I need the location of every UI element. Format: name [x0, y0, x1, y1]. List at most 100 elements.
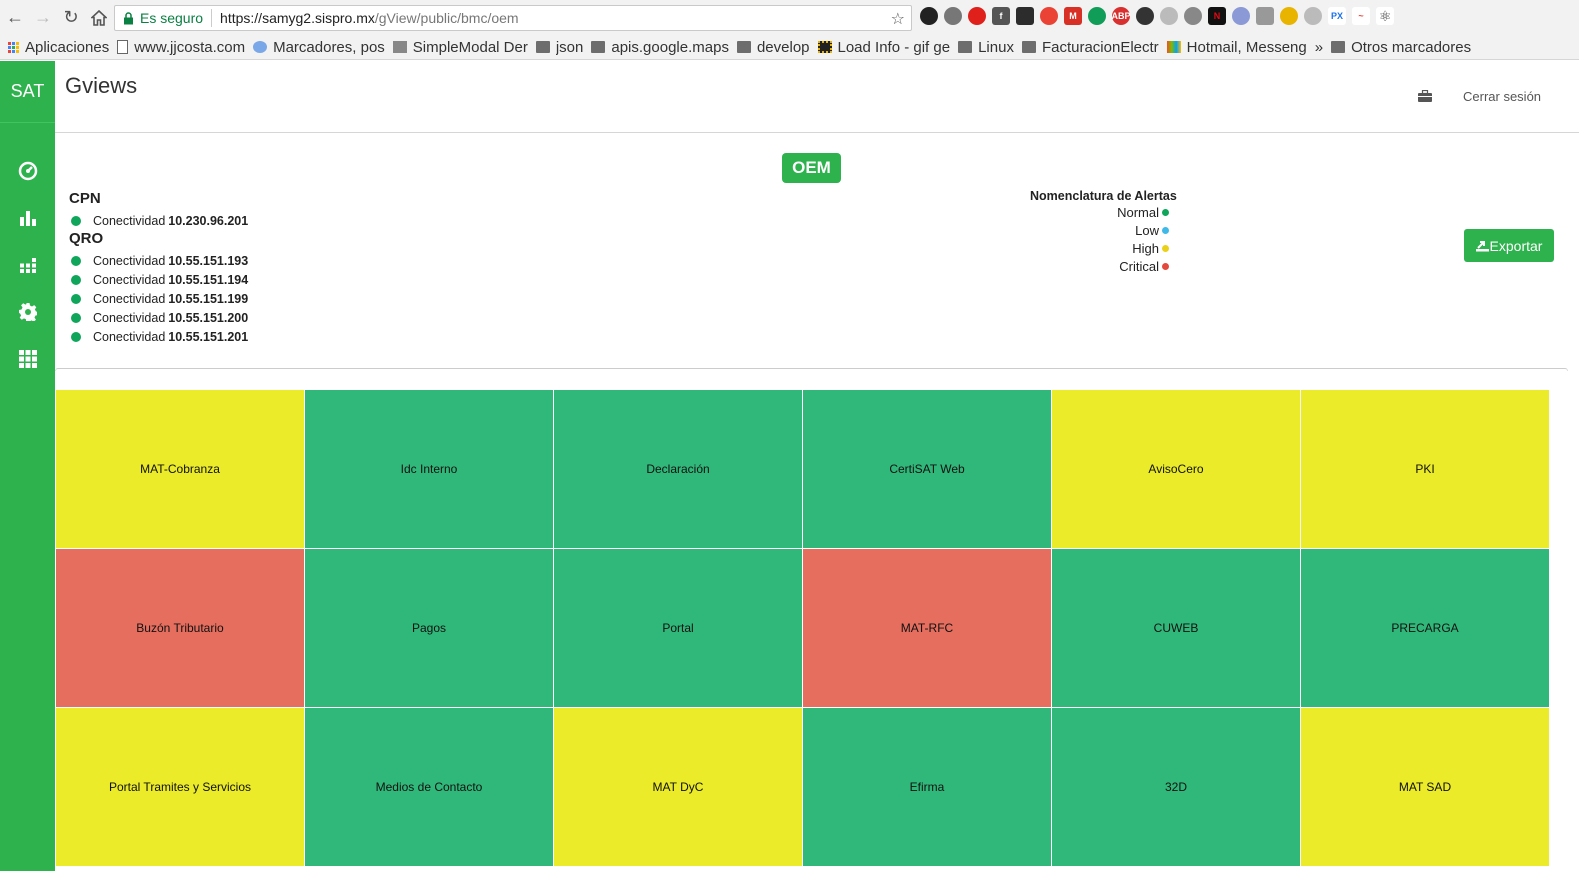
- extensions-bar: f M ABP N PX ~ ⚛: [920, 7, 1394, 25]
- legend-item: Normal: [1030, 203, 1176, 221]
- service-name: CUWEB: [1153, 621, 1199, 635]
- export-button[interactable]: Exportar: [1464, 229, 1554, 262]
- service-tile[interactable]: Idc Interno: [305, 390, 553, 548]
- service-tile[interactable]: MAT DyC: [554, 708, 802, 866]
- service-name: MAT SAD: [1398, 780, 1452, 794]
- netflix-icon[interactable]: N: [1208, 7, 1226, 25]
- service-tile[interactable]: Efirma: [803, 708, 1051, 866]
- adblock-icon[interactable]: ABP: [1112, 7, 1131, 25]
- logout-link[interactable]: Cerrar sesión: [1463, 89, 1541, 104]
- service-tile[interactable]: PRECARGA: [1301, 549, 1549, 707]
- color-picker-icon[interactable]: [1040, 7, 1058, 25]
- status-dot: [71, 331, 81, 342]
- bookmark-item[interactable]: SimpleModal Der: [392, 39, 528, 56]
- address-bar[interactable]: Es seguro https://samyg2.sispro.mx/gView…: [114, 5, 912, 31]
- service-name: Pagos: [411, 621, 447, 635]
- facebook-icon[interactable]: f: [992, 7, 1010, 25]
- service-tile[interactable]: PKI: [1301, 390, 1549, 548]
- bookmark-item[interactable]: Load Info - gif ge: [817, 39, 950, 56]
- legend-item: Low: [1030, 221, 1176, 239]
- service-tile[interactable]: Portal: [554, 549, 802, 707]
- extension-icon[interactable]: [920, 7, 938, 25]
- bookmark-other-folder[interactable]: Otros marcadores: [1331, 39, 1471, 56]
- briefcase-icon[interactable]: [1418, 89, 1432, 107]
- pixel-ruler-icon[interactable]: PX: [1328, 7, 1346, 25]
- hangouts-icon[interactable]: [1088, 7, 1106, 25]
- page-title: Gviews: [65, 73, 138, 98]
- sidebar-item-charts[interactable]: [0, 194, 55, 241]
- extension-icon[interactable]: [944, 7, 962, 25]
- sidebar-item-dashboard[interactable]: [0, 147, 55, 194]
- service-name: Medios de Contacto: [375, 780, 483, 794]
- home-icon[interactable]: [86, 5, 112, 31]
- extension-icon[interactable]: [1184, 7, 1202, 25]
- legend-item: Critical: [1030, 257, 1176, 275]
- sidebar: SAT: [0, 61, 55, 871]
- connection-item: Conectividad 10.230.96.201: [69, 211, 248, 230]
- extension-icon[interactable]: [1256, 7, 1274, 25]
- bookmark-star-icon[interactable]: ☆: [891, 9, 905, 29]
- status-dot: [71, 293, 81, 304]
- connection-item: Conectividad 10.55.151.199: [69, 289, 248, 308]
- service-tile[interactable]: AvisoCero: [1052, 390, 1300, 548]
- service-tile[interactable]: Portal Tramites y Servicios: [56, 708, 304, 866]
- extension-icon[interactable]: ~: [1352, 7, 1370, 25]
- service-name: CertiSAT Web: [889, 462, 965, 476]
- sidebar-item-settings[interactable]: [0, 288, 55, 335]
- service-tile[interactable]: 32D: [1052, 708, 1300, 866]
- forward-icon[interactable]: →: [30, 5, 56, 31]
- connection-item: Conectividad 10.55.151.194: [69, 270, 248, 289]
- service-name: MAT DyC: [652, 780, 704, 794]
- service-tile[interactable]: MAT-RFC: [803, 549, 1051, 707]
- folder-icon: [1021, 41, 1036, 53]
- reload-icon[interactable]: ↻: [58, 5, 84, 31]
- gmail-icon[interactable]: M: [1064, 7, 1082, 25]
- status-dot: [71, 274, 81, 285]
- service-tile[interactable]: CUWEB: [1052, 549, 1300, 707]
- page-icon: [817, 41, 832, 53]
- bookmarks-overflow-button[interactable]: »: [1315, 39, 1323, 56]
- bookmark-item[interactable]: Hotmail, Messeng: [1166, 39, 1307, 56]
- opera-icon[interactable]: [968, 7, 986, 25]
- bookmark-item[interactable]: Marcadores, pos: [253, 39, 385, 56]
- connection-item: Conectividad 10.55.151.201: [69, 327, 248, 346]
- service-name: MAT-RFC: [900, 621, 954, 635]
- gear-icon: [18, 302, 37, 321]
- lock-icon: [119, 9, 137, 27]
- service-tile[interactable]: Declaración: [554, 390, 802, 548]
- bookmark-folder[interactable]: json: [535, 39, 583, 56]
- service-tile[interactable]: Medios de Contacto: [305, 708, 553, 866]
- brand-logo[interactable]: SAT: [0, 61, 55, 123]
- url-path: /gView/public/bmc/oem: [374, 10, 519, 26]
- extension-icon[interactable]: ⚛: [1376, 7, 1394, 25]
- bookmark-apps[interactable]: Aplicaciones: [8, 39, 109, 56]
- reddit-icon[interactable]: [1160, 7, 1178, 25]
- extension-icon[interactable]: [1232, 7, 1250, 25]
- extension-icon[interactable]: [1280, 7, 1298, 25]
- dashboard-icon: [18, 161, 37, 180]
- extension-icon[interactable]: [1016, 7, 1034, 25]
- service-tile[interactable]: Buzón Tributario: [56, 549, 304, 707]
- sidebar-item-equalizer[interactable]: [0, 241, 55, 288]
- site-title: CPN: [69, 190, 101, 207]
- service-tile[interactable]: MAT SAD: [1301, 708, 1549, 866]
- bookmark-folder[interactable]: apis.google.maps: [591, 39, 729, 56]
- legend-dot: [1162, 226, 1169, 234]
- sidebar-item-apps[interactable]: [0, 335, 55, 382]
- service-tile[interactable]: Pagos: [305, 549, 553, 707]
- extension-icon[interactable]: [1136, 7, 1154, 25]
- service-name: Portal Tramites y Servicios: [108, 780, 252, 794]
- extension-icon[interactable]: [1304, 7, 1322, 25]
- page-icon: [117, 40, 129, 54]
- service-tile[interactable]: MAT-Cobranza: [56, 390, 304, 548]
- bookmark-folder[interactable]: Linux: [958, 39, 1014, 56]
- site-title: QRO: [69, 230, 104, 247]
- equalizer-icon: [19, 257, 36, 273]
- bookmark-folder[interactable]: develop: [736, 39, 810, 56]
- bookmark-item[interactable]: www.jjcosta.com: [117, 39, 245, 56]
- back-icon[interactable]: ←: [2, 5, 28, 31]
- legend-title: Nomenclatura de Alertas: [1030, 189, 1177, 203]
- bookmark-folder[interactable]: FacturacionElectr: [1021, 39, 1159, 56]
- service-tile[interactable]: CertiSAT Web: [803, 390, 1051, 548]
- status-dot: [71, 255, 81, 266]
